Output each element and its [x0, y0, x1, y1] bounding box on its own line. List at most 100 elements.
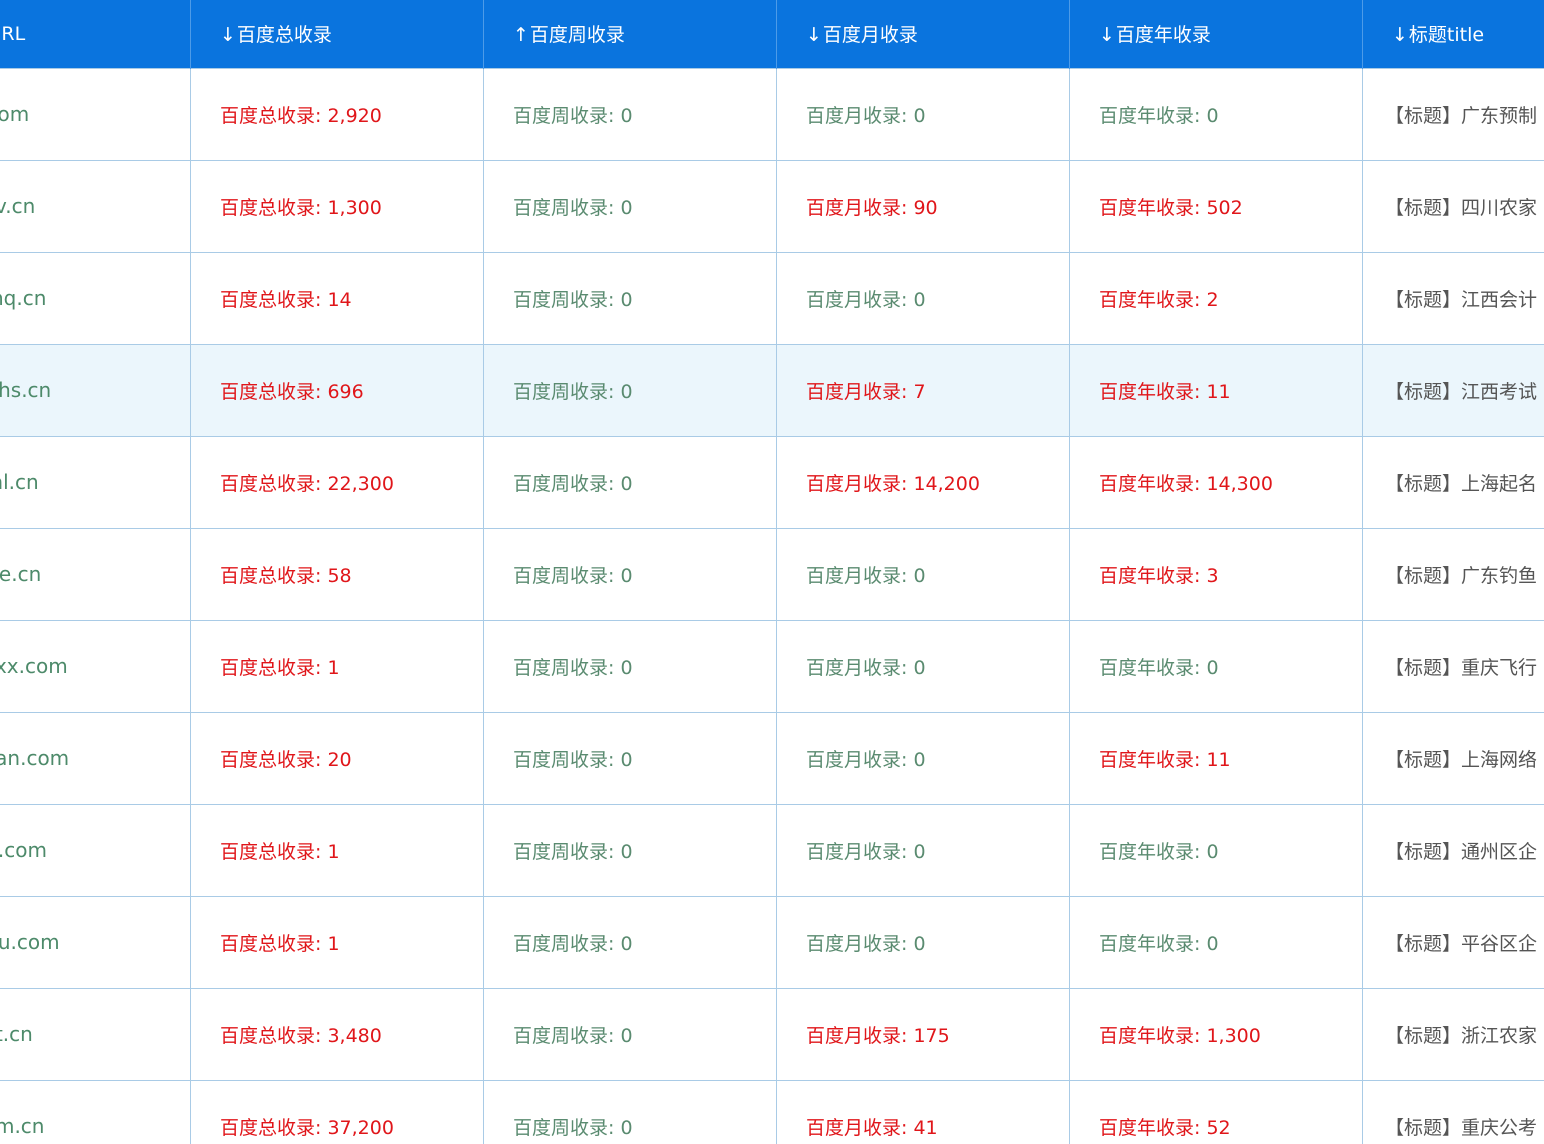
sort-arrow-down-icon: ↓ [806, 24, 822, 47]
column-header-label: 百度年收录 [1115, 24, 1211, 47]
column-header-label: 百度总收录 [236, 24, 332, 47]
table-row[interactable]: anjuqu.com百度总收录: 1百度周收录: 0百度月收录: 0百度年收录:… [0, 895, 1544, 989]
table-row[interactable]: ihequ.com百度总收录: 1百度周收录: 0百度月收录: 0百度年收录: … [0, 803, 1544, 897]
baidu-week-cell: 百度周收录: 0 [483, 251, 777, 345]
baidu-total-cell: 百度总收录: 2,920 [190, 67, 484, 161]
table-header-row: URL ↓百度总收录 ↑百度周收录 ↓百度月收录 ↓百度年收录 ↓标题title [0, 0, 1544, 68]
title-cell: 【标题】重庆飞行 [1362, 619, 1544, 713]
baidu-week-cell: 百度周收录: 0 [483, 803, 777, 897]
title-cell: 【标题】浙江农家 [1362, 987, 1544, 1081]
baidu-year-cell: 百度年收录: 11 [1069, 343, 1363, 437]
baidu-month-cell: 百度月收录: 14,200 [776, 435, 1070, 529]
title-cell: 【标题】江西会计 [1362, 251, 1544, 345]
baidu-year-cell: 百度年收录: 0 [1069, 67, 1363, 161]
column-header-baidu-week[interactable]: ↑百度周收录 [483, 0, 777, 68]
table-row[interactable]: ugfwhl.cn百度总收录: 22,300百度周收录: 0百度月收录: 14,… [0, 435, 1544, 529]
results-table-container: URL ↓百度总收录 ↑百度周收录 ↓百度月收录 ↓百度年收录 ↓标题title… [0, 0, 1544, 1144]
baidu-week-cell: 百度周收录: 0 [483, 895, 777, 989]
baidu-total-cell: 百度总收录: 22,300 [190, 435, 484, 529]
baidu-month-cell: 百度月收录: 7 [776, 343, 1070, 437]
title-cell: 【标题】上海起名 [1362, 435, 1544, 529]
baidu-month-cell: 百度月收录: 0 [776, 251, 1070, 345]
baidu-week-cell: 百度周收录: 0 [483, 1079, 777, 1144]
url-cell[interactable]: dchikan.com [0, 711, 191, 805]
column-header-label: 标题title [1408, 24, 1485, 47]
sort-arrow-down-icon: ↓ [1392, 24, 1408, 47]
table-row[interactable]: dchikan.com百度总收录: 20百度周收录: 0百度月收录: 0百度年收… [0, 711, 1544, 805]
baidu-year-cell: 百度年收录: 0 [1069, 895, 1363, 989]
baidu-month-cell: 百度月收录: 0 [776, 527, 1070, 621]
title-cell: 【标题】广东钓鱼 [1362, 527, 1544, 621]
url-cell[interactable]: bcgfjhq.cn [0, 251, 191, 345]
url-cell[interactable]: rgfnhv.cn [0, 159, 191, 253]
column-header-baidu-month[interactable]: ↓百度月收录 [776, 0, 1070, 68]
baidu-year-cell: 百度年收录: 11 [1069, 711, 1363, 805]
column-header-baidu-total[interactable]: ↓百度总收录 [190, 0, 484, 68]
column-header-label: 百度周收录 [529, 24, 625, 47]
baidu-total-cell: 百度总收录: 20 [190, 711, 484, 805]
title-cell: 【标题】通州区企 [1362, 803, 1544, 897]
title-cell: 【标题】重庆公考 [1362, 1079, 1544, 1144]
baidu-total-cell: 百度总收录: 1 [190, 803, 484, 897]
title-cell: 【标题】四川农家 [1362, 159, 1544, 253]
baidu-week-cell: 百度周收录: 0 [483, 711, 777, 805]
column-header-url[interactable]: URL [0, 0, 191, 68]
url-cell[interactable]: rgfnhm.cn [0, 1079, 191, 1144]
baidu-week-cell: 百度周收录: 0 [483, 435, 777, 529]
baidu-week-cell: 百度周收录: 0 [483, 527, 777, 621]
table-row[interactable]: rgfnhm.cn百度总收录: 37,200百度周收录: 0百度月收录: 41百… [0, 1079, 1544, 1144]
table-row[interactable]: bcgfjhq.cn百度总收录: 14百度周收录: 0百度月收录: 0百度年收录… [0, 251, 1544, 345]
column-header-title[interactable]: ↓标题title [1362, 0, 1544, 68]
baidu-year-cell: 百度年收录: 3 [1069, 527, 1363, 621]
baidu-total-cell: 百度总收录: 3,480 [190, 987, 484, 1081]
baidu-month-cell: 百度月收录: 0 [776, 619, 1070, 713]
title-cell: 【标题】平谷区企 [1362, 895, 1544, 989]
baidu-total-cell: 百度总收录: 37,200 [190, 1079, 484, 1144]
table-row[interactable]: ugfxhe.cn百度总收录: 58百度周收录: 0百度月收录: 0百度年收录:… [0, 527, 1544, 621]
url-cell[interactable]: ugfxhe.cn [0, 527, 191, 621]
url-cell[interactable]: anjuqu.com [0, 895, 191, 989]
baidu-year-cell: 百度年收录: 0 [1069, 619, 1363, 713]
sort-arrow-down-icon: ↓ [1099, 24, 1115, 47]
baidu-year-cell: 百度年收录: 1,300 [1069, 987, 1363, 1081]
baidu-total-cell: 百度总收录: 696 [190, 343, 484, 437]
baidu-week-cell: 百度周收录: 0 [483, 987, 777, 1081]
table-row[interactable]: rgfnht.cn百度总收录: 3,480百度周收录: 0百度月收录: 175百… [0, 987, 1544, 1081]
baidu-index-table: URL ↓百度总收录 ↑百度周收录 ↓百度月收录 ↓百度年收录 ↓标题title… [0, 0, 1544, 1144]
sort-arrow-up-icon: ↑ [513, 24, 529, 47]
baidu-total-cell: 百度总收录: 1 [190, 895, 484, 989]
sort-arrow-down-icon: ↓ [220, 24, 236, 47]
baidu-month-cell: 百度月收录: 0 [776, 711, 1070, 805]
baidu-year-cell: 百度年收录: 52 [1069, 1079, 1363, 1144]
baidu-total-cell: 百度总收录: 14 [190, 251, 484, 345]
baidu-month-cell: 百度月收录: 175 [776, 987, 1070, 1081]
baidu-year-cell: 百度年收录: 2 [1069, 251, 1363, 345]
url-cell[interactable]: ihequ.com [0, 803, 191, 897]
column-header-label: URL [0, 22, 26, 45]
table-body: 07n.com百度总收录: 2,920百度周收录: 0百度月收录: 0百度年收录… [0, 67, 1544, 1144]
baidu-year-cell: 百度年收录: 502 [1069, 159, 1363, 253]
title-cell: 【标题】江西考试 [1362, 343, 1544, 437]
baidu-month-cell: 百度月收录: 0 [776, 67, 1070, 161]
baidu-week-cell: 百度周收录: 0 [483, 343, 777, 437]
table-row[interactable]: jspbkxx.com百度总收录: 1百度周收录: 0百度月收录: 0百度年收录… [0, 619, 1544, 713]
baidu-year-cell: 百度年收录: 0 [1069, 803, 1363, 897]
table-row[interactable]: 07n.com百度总收录: 2,920百度周收录: 0百度月收录: 0百度年收录… [0, 67, 1544, 161]
baidu-year-cell: 百度年收录: 14,300 [1069, 435, 1363, 529]
url-cell[interactable]: jspbkxx.com [0, 619, 191, 713]
table-row[interactable]: bcgfhhs.cn百度总收录: 696百度周收录: 0百度月收录: 7百度年收… [0, 343, 1544, 437]
baidu-month-cell: 百度月收录: 90 [776, 159, 1070, 253]
title-cell: 【标题】广东预制 [1362, 67, 1544, 161]
baidu-total-cell: 百度总收录: 1 [190, 619, 484, 713]
baidu-month-cell: 百度月收录: 0 [776, 803, 1070, 897]
url-cell[interactable]: 07n.com [0, 67, 191, 161]
baidu-month-cell: 百度月收录: 0 [776, 895, 1070, 989]
url-cell[interactable]: bcgfhhs.cn [0, 343, 191, 437]
baidu-total-cell: 百度总收录: 58 [190, 527, 484, 621]
url-cell[interactable]: rgfnht.cn [0, 987, 191, 1081]
url-cell[interactable]: ugfwhl.cn [0, 435, 191, 529]
table-row[interactable]: rgfnhv.cn百度总收录: 1,300百度周收录: 0百度月收录: 90百度… [0, 159, 1544, 253]
baidu-week-cell: 百度周收录: 0 [483, 67, 777, 161]
column-header-baidu-year[interactable]: ↓百度年收录 [1069, 0, 1363, 68]
baidu-week-cell: 百度周收录: 0 [483, 619, 777, 713]
